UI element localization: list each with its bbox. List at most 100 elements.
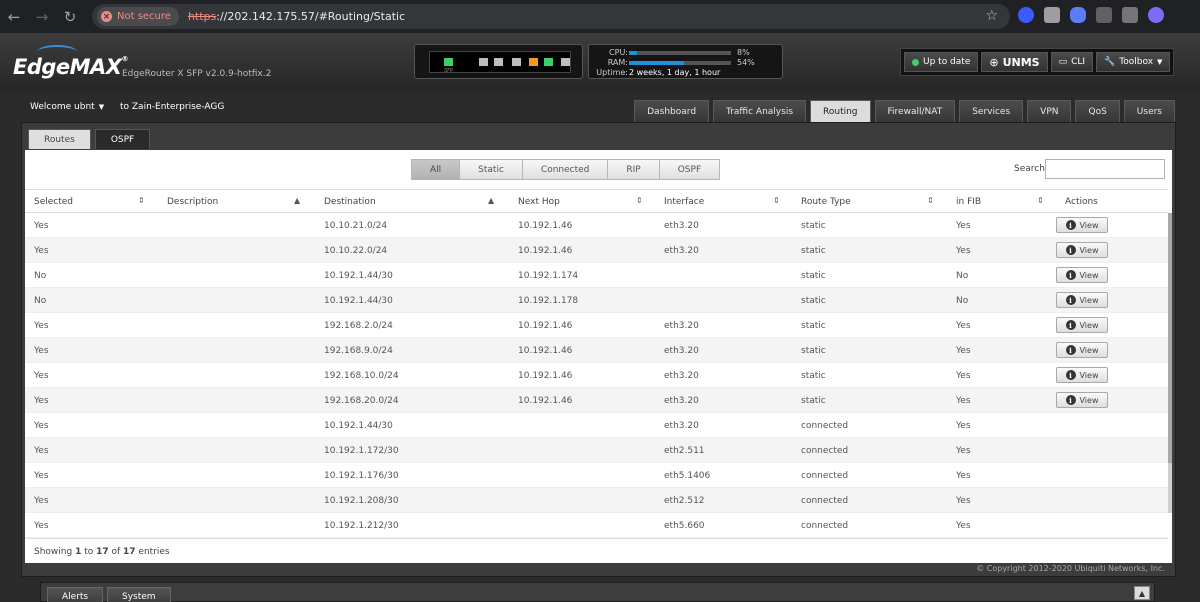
cell-destination: 10.192.1.44/30 xyxy=(324,271,393,281)
security-chip[interactable]: × Not secure xyxy=(97,7,179,26)
sort-both-icon[interactable]: ⇕ xyxy=(636,196,643,205)
extension-grid-icon[interactable] xyxy=(1096,7,1112,23)
sort-asc-icon[interactable]: ▲ xyxy=(294,196,300,205)
table-row[interactable]: No 10.192.1.44/30 10.192.1.178 static No i Vie… xyxy=(25,288,1168,313)
subtab-routes[interactable]: Routes xyxy=(28,129,91,149)
chevron-up-icon[interactable]: ▲ xyxy=(1134,586,1150,600)
col-description[interactable]: Description xyxy=(167,197,218,207)
bookmark-star-icon[interactable]: ☆ xyxy=(985,8,998,24)
entries-of: of xyxy=(108,547,124,557)
alerts-tab[interactable]: Alerts xyxy=(47,587,104,602)
view-label: View xyxy=(1079,345,1099,355)
sort-both-icon[interactable]: ⇕ xyxy=(138,196,145,205)
table-scrollbar[interactable] xyxy=(1168,213,1172,513)
user-menu[interactable]: Welcome ubnt ▼ xyxy=(30,102,104,112)
tab-users[interactable]: Users xyxy=(1123,100,1175,122)
cli-label: CLI xyxy=(1071,57,1086,67)
toolbox-button[interactable]: 🔧 Toolbox ▼ xyxy=(1096,52,1171,72)
table-row[interactable]: Yes 10.192.1.44/30 eth3.20 connected Yes xyxy=(25,413,1168,438)
back-arrow-icon[interactable]: ← xyxy=(0,3,28,31)
tab-qos[interactable]: QoS xyxy=(1075,100,1120,122)
unms-button[interactable]: ⊕ UNMS xyxy=(981,52,1048,72)
view-button[interactable]: i View xyxy=(1056,267,1108,283)
port-status-panel[interactable]: SFP xyxy=(414,44,583,79)
col-selected[interactable]: Selected xyxy=(34,197,73,207)
port-1-icon[interactable] xyxy=(479,58,488,66)
url-path: ://202.142.175.57/#Routing/Static xyxy=(216,10,406,23)
tab-dashboard[interactable]: Dashboard xyxy=(634,100,710,122)
extension-window-icon[interactable] xyxy=(1122,7,1138,23)
table-row[interactable]: Yes 192.168.10.0/24 10.192.1.46 eth3.20 stat… xyxy=(25,363,1168,388)
col-destination[interactable]: Destination xyxy=(324,197,376,207)
table-row[interactable]: Yes 10.192.1.172/30 eth2.511 connected Yes xyxy=(25,438,1168,463)
view-button[interactable]: i View xyxy=(1056,392,1108,408)
extension-shield-icon[interactable] xyxy=(1018,7,1034,23)
table-row[interactable]: Yes 192.168.20.0/24 10.192.1.46 eth3.20 stat… xyxy=(25,388,1168,413)
view-button[interactable]: i View xyxy=(1056,317,1108,333)
col-in-fib[interactable]: in FIB xyxy=(956,197,981,207)
table-row[interactable]: Yes 10.192.1.176/30 eth5.1406 connected Yes xyxy=(25,463,1168,488)
tab-services[interactable]: Services xyxy=(959,100,1024,122)
sort-asc-icon[interactable]: ▲ xyxy=(488,196,494,205)
routing-panel: Routes OSPF All Static Connected RIP OSP… xyxy=(21,122,1176,577)
extension-box-icon[interactable] xyxy=(1044,7,1060,23)
port-3-icon[interactable] xyxy=(512,58,521,66)
entries-info: Showing 1 to 17 of 17 entries xyxy=(34,547,170,557)
port-2-icon[interactable] xyxy=(494,58,503,66)
cell-in-fib: Yes xyxy=(956,421,971,431)
update-status-button[interactable]: Up to date xyxy=(904,52,979,72)
cell-selected: Yes xyxy=(34,371,49,381)
address-bar[interactable]: × Not secure https://202.142.175.57/#Rou… xyxy=(92,4,1010,29)
filter-rip-button[interactable]: RIP xyxy=(607,159,660,180)
sort-both-icon[interactable]: ⇕ xyxy=(773,196,780,205)
system-tab[interactable]: System xyxy=(107,587,171,602)
tab-vpn[interactable]: VPN xyxy=(1027,100,1072,122)
view-button[interactable]: i View xyxy=(1056,217,1108,233)
info-icon: i xyxy=(1065,370,1076,380)
table-row[interactable]: Yes 10.192.1.208/30 eth2.512 connected Yes xyxy=(25,488,1168,513)
col-route-type[interactable]: Route Type xyxy=(801,197,851,207)
filter-connected-button[interactable]: Connected xyxy=(521,159,609,180)
view-button[interactable]: i View xyxy=(1056,292,1108,308)
table-row[interactable]: Yes 10.10.21.0/24 10.192.1.46 eth3.20 static… xyxy=(25,213,1168,238)
filter-all-button[interactable]: All xyxy=(411,159,461,180)
filter-ospf-button[interactable]: OSPF xyxy=(658,159,721,180)
cell-selected: No xyxy=(34,296,47,306)
table-row[interactable]: Yes 192.168.2.0/24 10.192.1.46 eth3.20 stati… xyxy=(25,313,1168,338)
col-interface[interactable]: Interface xyxy=(664,197,704,207)
table-row[interactable]: Yes 192.168.9.0/24 10.192.1.46 eth3.20 stati… xyxy=(25,338,1168,363)
profile-avatar-icon[interactable] xyxy=(1148,7,1164,23)
port-6-icon[interactable] xyxy=(561,58,570,66)
cell-next-hop: 10.192.1.46 xyxy=(518,346,573,356)
extension-puzzle-icon[interactable] xyxy=(1070,7,1086,23)
cell-selected: Yes xyxy=(34,396,49,406)
tab-firewall-nat[interactable]: Firewall/NAT xyxy=(874,100,956,122)
cell-next-hop: 10.192.1.46 xyxy=(518,371,573,381)
url-text[interactable]: https://202.142.175.57/#Routing/Static xyxy=(188,10,405,23)
port-5-icon[interactable] xyxy=(544,58,553,66)
table-row[interactable]: Yes 10.192.1.212/30 eth5.660 connected Yes xyxy=(25,513,1168,538)
view-label: View xyxy=(1079,395,1099,405)
cli-button[interactable]: ▭ CLI xyxy=(1050,52,1094,72)
subtab-ospf[interactable]: OSPF xyxy=(94,129,151,149)
col-next-hop[interactable]: Next Hop xyxy=(518,197,560,207)
sort-both-icon[interactable]: ⇕ xyxy=(927,196,934,205)
tab-routing[interactable]: Routing xyxy=(810,100,871,122)
view-button[interactable]: i View xyxy=(1056,342,1108,358)
cell-route-type: static xyxy=(801,246,826,256)
table-row[interactable]: Yes 10.10.22.0/24 10.192.1.46 eth3.20 static… xyxy=(25,238,1168,263)
tab-traffic-analysis[interactable]: Traffic Analysis xyxy=(713,100,807,122)
sfp-port-icon[interactable] xyxy=(444,58,453,66)
view-button[interactable]: i View xyxy=(1056,242,1108,258)
forward-arrow-icon[interactable]: → xyxy=(28,3,56,31)
sort-both-icon[interactable]: ⇕ xyxy=(1037,196,1044,205)
reload-icon[interactable]: ↻ xyxy=(56,3,84,31)
view-button[interactable]: i View xyxy=(1056,367,1108,383)
search-input[interactable] xyxy=(1045,159,1165,179)
table-row[interactable]: No 10.192.1.44/30 10.192.1.174 static No i Vie… xyxy=(25,263,1168,288)
scrollbar-thumb[interactable] xyxy=(1168,213,1172,463)
cell-next-hop: 10.192.1.174 xyxy=(518,271,579,281)
cell-in-fib: Yes xyxy=(956,246,971,256)
port-4-icon[interactable] xyxy=(529,58,538,66)
filter-static-button[interactable]: Static xyxy=(459,159,523,180)
